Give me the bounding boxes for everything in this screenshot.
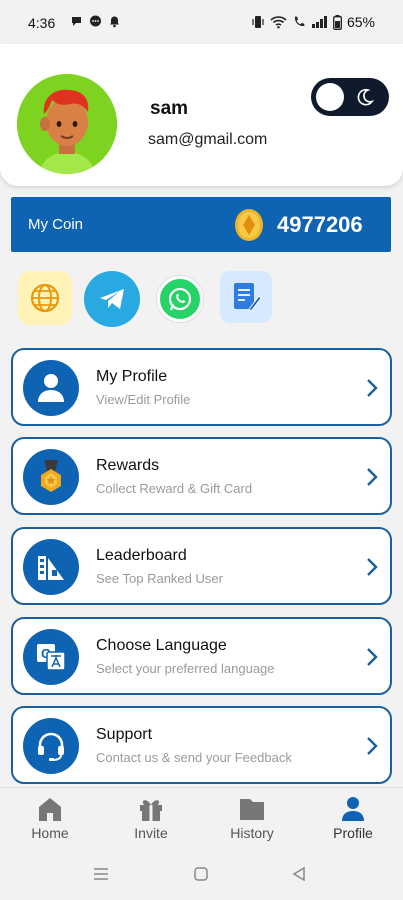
leaderboard-icon bbox=[38, 556, 64, 580]
translate-icon: G bbox=[37, 644, 66, 671]
menu-subtitle: See Top Ranked User bbox=[96, 571, 223, 586]
nav-history[interactable]: History bbox=[212, 796, 292, 841]
coin-value: 4977206 bbox=[277, 212, 363, 237]
nav-profile[interactable]: Profile bbox=[313, 796, 393, 841]
home-icon bbox=[39, 798, 61, 821]
menu-item-choose-language[interactable]: G Choose Language Select your preferred … bbox=[11, 617, 392, 695]
menu-title: Rewards bbox=[96, 457, 160, 474]
avatar[interactable] bbox=[17, 74, 117, 174]
nav-label: History bbox=[230, 825, 274, 841]
battery-percent: 65% bbox=[346, 14, 375, 30]
menu-item-leaderboard[interactable]: Leaderboard See Top Ranked User bbox=[11, 527, 392, 605]
chevron-right-icon bbox=[367, 379, 378, 397]
moon-icon bbox=[357, 88, 375, 106]
folder-icon bbox=[240, 799, 264, 820]
chevron-right-icon bbox=[367, 468, 378, 486]
telegram-icon bbox=[100, 289, 124, 309]
chat-notification-icon bbox=[70, 15, 83, 28]
status-bar: 4:36 65% bbox=[0, 0, 403, 44]
toggle-knob bbox=[316, 83, 344, 111]
coin-balance-bar: My Coin 4977206 bbox=[11, 197, 391, 252]
web-icon bbox=[30, 283, 60, 313]
person-icon bbox=[38, 374, 64, 402]
gift-icon bbox=[140, 800, 162, 821]
whatsapp-shortcut[interactable] bbox=[157, 276, 203, 322]
user-email: sam@gmail.com bbox=[148, 131, 268, 148]
menu-title: Support bbox=[96, 726, 153, 743]
telegram-shortcut[interactable] bbox=[84, 271, 140, 327]
menu-item-rewards[interactable]: Rewards Collect Reward & Gift Card bbox=[11, 437, 392, 515]
profile-header: sam sam@gmail.com bbox=[0, 44, 403, 186]
menu-subtitle: Contact us & send your Feedback bbox=[96, 750, 292, 765]
menu-title: Choose Language bbox=[96, 637, 227, 654]
menu-subtitle: View/Edit Profile bbox=[96, 392, 191, 407]
vibrate-icon bbox=[252, 16, 264, 28]
system-navigation-bar bbox=[0, 850, 403, 900]
bottom-navigation: Home Invite History Profile bbox=[0, 787, 403, 850]
system-status: 65% bbox=[251, 14, 375, 30]
message-notification-icon bbox=[89, 15, 102, 28]
medal-icon bbox=[41, 460, 61, 492]
chevron-right-icon bbox=[367, 648, 378, 666]
web-shortcut[interactable] bbox=[18, 271, 72, 325]
battery-icon bbox=[333, 14, 342, 30]
menu-title: Leaderboard bbox=[96, 547, 187, 564]
back-icon[interactable] bbox=[292, 867, 306, 881]
whatsapp-icon bbox=[168, 287, 192, 311]
user-name: sam bbox=[150, 98, 189, 119]
nav-label: Invite bbox=[134, 825, 168, 841]
menu-item-my-profile[interactable]: My Profile View/Edit Profile bbox=[11, 348, 392, 426]
menu-item-support[interactable]: Support Contact us & send your Feedback bbox=[11, 706, 392, 784]
notification-icons bbox=[70, 15, 121, 28]
notes-icon bbox=[234, 283, 262, 312]
signal-icon bbox=[311, 16, 327, 28]
profile-icon bbox=[342, 797, 364, 821]
nav-invite[interactable]: Invite bbox=[111, 796, 191, 841]
call-icon bbox=[294, 16, 305, 27]
nav-home[interactable]: Home bbox=[10, 796, 90, 841]
nav-label: Profile bbox=[333, 825, 373, 841]
chevron-right-icon bbox=[367, 737, 378, 755]
menu-subtitle: Select your preferred language bbox=[96, 661, 275, 676]
status-time: 4:36 bbox=[28, 15, 56, 31]
coin-label: My Coin bbox=[28, 216, 84, 233]
recent-apps-icon[interactable] bbox=[93, 867, 109, 881]
menu-title: My Profile bbox=[96, 368, 168, 385]
menu-subtitle: Collect Reward & Gift Card bbox=[96, 481, 253, 496]
nav-label: Home bbox=[31, 825, 69, 841]
dark-mode-toggle[interactable] bbox=[311, 78, 389, 116]
wifi-icon bbox=[270, 16, 287, 29]
headset-icon bbox=[38, 732, 64, 761]
notes-shortcut[interactable] bbox=[220, 271, 272, 323]
bell-icon bbox=[108, 15, 121, 28]
chevron-right-icon bbox=[367, 558, 378, 576]
coin-icon bbox=[235, 209, 263, 241]
home-button-icon[interactable] bbox=[194, 867, 208, 881]
